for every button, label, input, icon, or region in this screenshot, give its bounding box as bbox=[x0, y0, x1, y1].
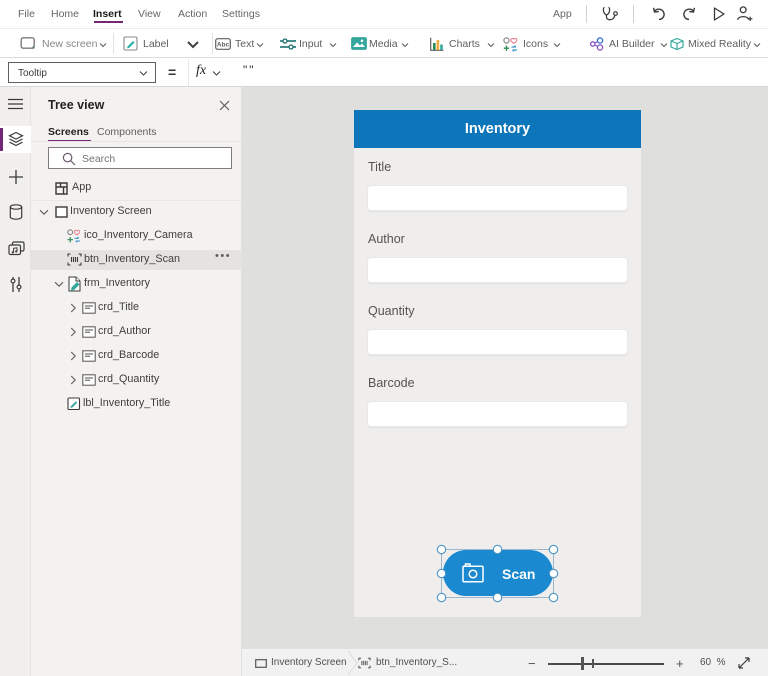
svg-text:Abc: Abc bbox=[217, 42, 230, 49]
